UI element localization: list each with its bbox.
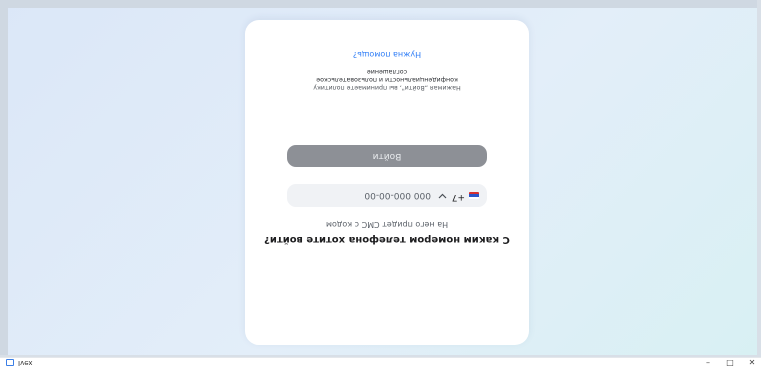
app-icon[interactable] xyxy=(6,359,14,366)
consent-line[interactable]: конфиденциальности и пользовательское xyxy=(285,75,489,83)
login-subtitle: На него придет СМС с кодом xyxy=(325,220,449,229)
consent-text: Нажимая „Войти", вы принимаете политику … xyxy=(285,67,489,91)
login-button[interactable]: Войти xyxy=(287,145,487,167)
chevron-down-icon[interactable] xyxy=(438,193,447,199)
window-frame-left xyxy=(0,0,8,357)
login-screen: С каким номером телефона хотите войти? Н… xyxy=(0,0,761,357)
app-name[interactable]: Ivex xyxy=(18,358,33,367)
login-card: С каким номером телефона хотите войти? Н… xyxy=(245,20,529,345)
maximize-button[interactable]: □ xyxy=(724,358,736,367)
phone-input[interactable] xyxy=(295,186,431,205)
russia-flag-icon[interactable] xyxy=(469,192,479,199)
login-title: С каким номером телефона хотите войти? xyxy=(264,234,510,245)
minimize-button[interactable]: – xyxy=(702,358,714,367)
window-frame-top xyxy=(0,0,761,8)
country-code[interactable]: +7 xyxy=(452,192,465,202)
close-button[interactable]: ✕ xyxy=(746,358,758,367)
phone-field[interactable]: +7 xyxy=(287,184,487,207)
consent-line[interactable]: соглашение xyxy=(285,67,489,75)
app-window: С каким номером телефона хотите войти? Н… xyxy=(0,0,761,367)
help-link[interactable]: Нужна помощь? xyxy=(245,50,529,59)
window-frame-right xyxy=(757,0,761,357)
taskbar: Ivex – □ ✕ xyxy=(0,357,761,367)
consent-line: Нажимая „Войти", вы принимаете политику xyxy=(313,84,461,91)
